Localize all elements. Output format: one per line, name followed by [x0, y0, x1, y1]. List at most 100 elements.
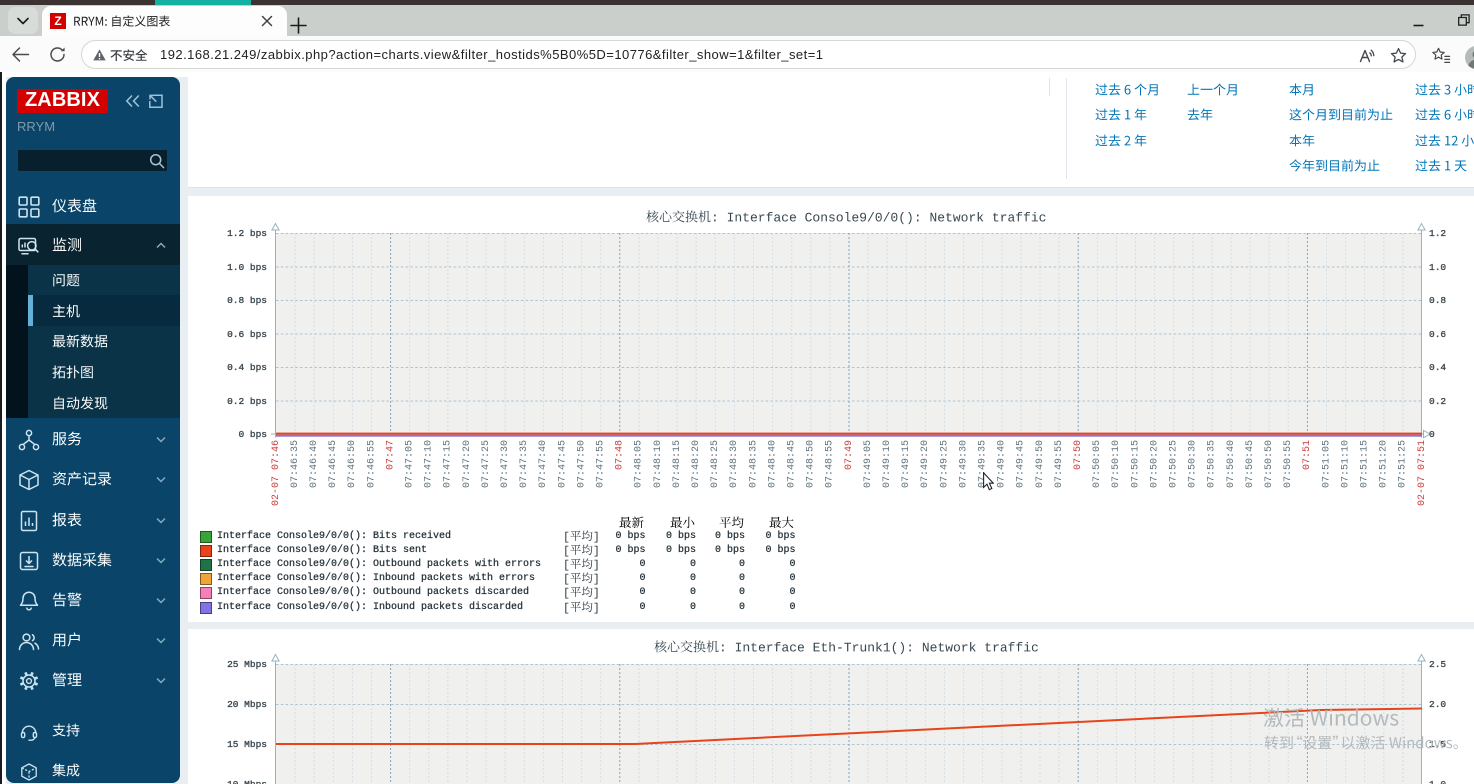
y-tick-label-right: 1.0 [1429, 779, 1446, 784]
sidebar-item-support[interactable] [6, 710, 180, 750]
new-tab-button[interactable] [290, 17, 307, 34]
x-tick-label: 07:49 [843, 439, 855, 470]
sidebar-collapse-icon[interactable] [125, 94, 140, 108]
legend-header-latest [619, 516, 644, 529]
tab-search-button[interactable] [8, 7, 38, 34]
x-tick-label: 07:50:40 [1225, 439, 1237, 488]
time-link-last-6-hours[interactable] [1415, 108, 1474, 121]
time-link-last-2-years[interactable] [1095, 134, 1147, 147]
time-link-previous-year[interactable] [1187, 108, 1213, 121]
favorites-bar-icon[interactable] [1432, 47, 1451, 65]
sidebar-item-inventory[interactable] [6, 458, 180, 498]
sidebar-item-label [52, 471, 112, 486]
refresh-button[interactable] [48, 45, 67, 64]
x-tick-label: 07:47:55 [595, 439, 607, 488]
legend-swatch [199, 587, 212, 600]
chevron-down-icon [156, 637, 166, 644]
y-tick-label-right: 2.5 [1429, 659, 1447, 670]
time-link-year-to-date[interactable] [1289, 159, 1380, 172]
x-tick-label: 07:51:15 [1359, 439, 1371, 488]
selected-indicator [28, 295, 33, 326]
x-tick-label: 07:49:30 [958, 439, 970, 488]
legend-row[interactable]: Interface Console9/0/0(): Inbound packet… [188, 572, 828, 586]
gear-icon [19, 672, 39, 691]
x-tick-label: 07:48:25 [710, 439, 722, 488]
x-tick-label: 02-07 07:46 [270, 439, 282, 506]
person-icon [1467, 51, 1474, 69]
x-tick-label: 07:46:55 [366, 439, 378, 488]
url-bar[interactable]: 192.168.21.249/zabbix.php?action=charts.… [81, 40, 1416, 69]
time-link-last-1-day[interactable] [1415, 159, 1467, 172]
sidebar-item-label [52, 632, 82, 647]
subitem-label [52, 365, 94, 379]
sidebar-item-data-collection[interactable] [6, 539, 180, 579]
legend-row[interactable]: Interface Console9/0/0(): Outbound packe… [188, 586, 828, 600]
x-tick-label: 07:50:50 [1264, 439, 1275, 488]
sidebar-item-dashboard[interactable] [6, 185, 180, 224]
integrations-icon [21, 763, 37, 781]
sidebar-item-label [52, 237, 82, 252]
x-tick-label: 07:46:50 [347, 439, 359, 488]
x-tick-label: 07:50:20 [1149, 439, 1161, 488]
legend-label: Interface Console9/0/0(): Outbound packe… [217, 587, 530, 599]
time-link-month-to-date[interactable] [1289, 108, 1393, 121]
x-tick-label: 07:48:30 [729, 439, 741, 488]
time-link-previous-month[interactable] [1187, 83, 1239, 96]
window-minimize-button[interactable] [1413, 19, 1424, 31]
sidebar-item-reports[interactable] [6, 499, 180, 539]
time-link-this-month[interactable] [1289, 83, 1315, 96]
sidebar-expand-icon[interactable] [148, 94, 163, 108]
legend-swatch [199, 530, 212, 543]
legend-value: 0 [789, 587, 796, 599]
sidebar-subitem-latest-data[interactable] [28, 325, 180, 357]
url-text[interactable]: 192.168.21.249/zabbix.php?action=charts.… [160, 41, 823, 69]
time-link-last-1-year[interactable] [1095, 108, 1147, 121]
sidebar-subitem-maps[interactable] [28, 356, 180, 388]
sidebar-subitem-discovery[interactable] [28, 387, 180, 418]
chevron-down-icon [156, 477, 166, 483]
profile-avatar[interactable] [1465, 46, 1474, 69]
legend-row[interactable]: Interface Console9/0/0(): Bits sent 0 bps… [188, 544, 828, 557]
back-button[interactable] [11, 45, 30, 64]
time-link-last-12-hours[interactable] [1415, 134, 1474, 147]
x-tick-label: 07:51 [1302, 439, 1314, 470]
sidebar-item-label [52, 592, 82, 607]
time-link-last-3-hours[interactable] [1415, 82, 1474, 96]
sidebar-item-administration[interactable] [6, 659, 180, 699]
x-tick-label: 07:48:45 [786, 439, 798, 488]
y-tick-label-left: 0.2 bps [227, 395, 267, 407]
sidebar-item-monitoring[interactable] [6, 224, 180, 265]
sidebar-item-users[interactable] [6, 619, 180, 659]
browser-tab-active[interactable]: Z [42, 6, 287, 36]
sidebar-search-input[interactable] [17, 149, 168, 172]
sidebar-item-alerts[interactable] [6, 579, 180, 619]
legend-row[interactable]: Interface Console9/0/0(): Outbound packe… [188, 558, 828, 571]
favorite-star-icon[interactable] [1390, 47, 1407, 64]
sidebar-subitem-problems[interactable] [28, 264, 180, 296]
x-tick-label: 07:51:20 [1378, 439, 1390, 488]
zabbix-logo[interactable]: ZABBIX [17, 89, 108, 113]
chevron-down-icon [17, 17, 29, 25]
not-secure-label[interactable] [110, 49, 148, 62]
tab-close-icon[interactable] [260, 14, 274, 28]
x-tick-label: 07:47:05 [404, 439, 416, 488]
window-restore-button[interactable] [1458, 14, 1470, 26]
legend-header-avg [719, 516, 744, 529]
sidebar-item-services[interactable] [6, 418, 180, 458]
legend-row[interactable]: Interface Console9/0/0(): Inbound packet… [188, 601, 828, 614]
sidebar-item-label [52, 512, 82, 527]
x-tick-label: 07:46:40 [309, 439, 320, 488]
time-link-this-year[interactable] [1289, 134, 1315, 147]
x-tick-label: 07:47:15 [442, 439, 454, 488]
sidebar-item-integrations[interactable] [6, 750, 180, 784]
read-aloud-icon[interactable] [1359, 47, 1376, 64]
x-tick-label: 07:50:05 [1092, 439, 1104, 488]
time-link-last-6-months[interactable] [1095, 83, 1160, 96]
alerts-icon [19, 591, 39, 611]
browser-toolbar: 192.168.21.249/zabbix.php?action=charts.… [0, 36, 1474, 72]
sidebar-subitem-hosts[interactable] [28, 295, 180, 326]
y-tick-label-right: 2.0 [1429, 699, 1447, 710]
support-icon [20, 725, 38, 741]
legend-row[interactable]: Interface Console9/0/0(): Bits received 0… [188, 530, 828, 543]
x-tick-label: 07:49:20 [920, 439, 932, 488]
